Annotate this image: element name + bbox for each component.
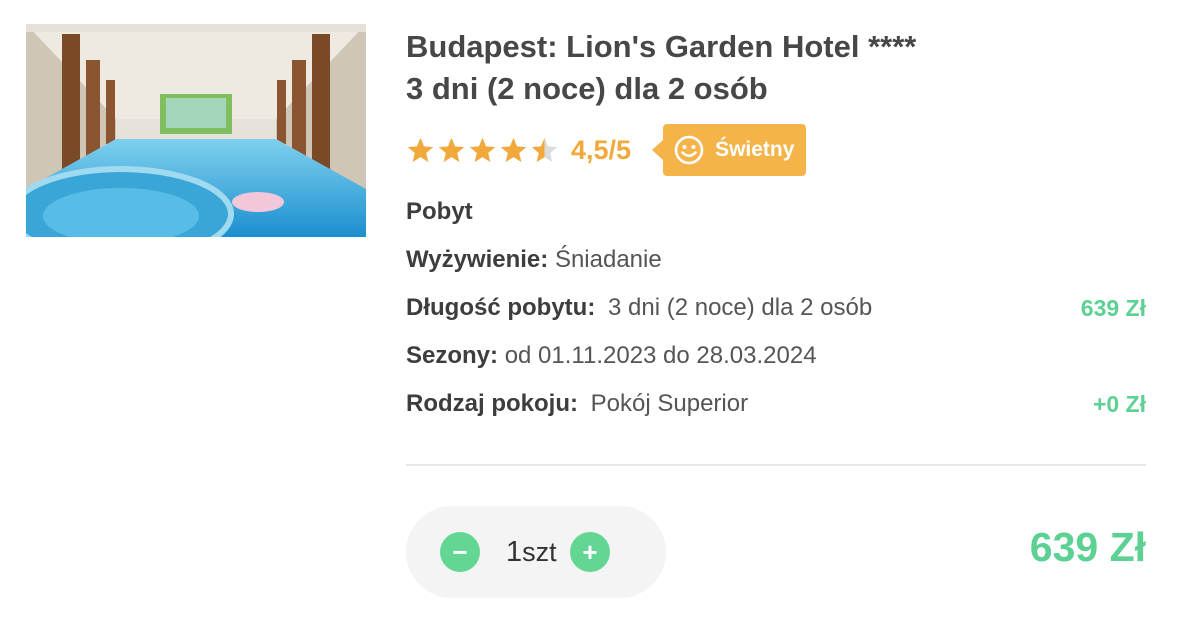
quantity-stepper: − 1szt + — [406, 506, 666, 598]
room-price: +0 Zł — [1092, 391, 1146, 417]
board-label: Wyżywienie: — [406, 246, 549, 273]
length-row: Długość pobytu: 3 dni (2 noce) dla 2 osó… — [406, 293, 1146, 323]
length-price: 639 Zł — [1080, 295, 1146, 321]
plus-icon: + — [582, 536, 598, 567]
seasons-row: Sezony: od 01.11.2023 do 28.03.2024 — [406, 341, 1146, 371]
total-price: 639 Zł — [1029, 524, 1146, 570]
room-value: Pokój Superior — [590, 390, 749, 417]
board-row: Wyżywienie: Śniadanie — [406, 245, 1146, 275]
star-icon — [438, 137, 465, 162]
hotel-title[interactable]: Budapest: Lion's Garden Hotel **** 3 dni… — [406, 26, 1146, 110]
hotel-title-line2: 3 dni (2 noce) dla 2 osób — [406, 71, 768, 106]
board-value: Śniadanie — [554, 246, 662, 273]
star-icon — [500, 137, 527, 162]
star-icon — [531, 137, 558, 162]
quantity-value: 1 — [506, 536, 523, 568]
hotel-image[interactable] — [26, 24, 366, 237]
increase-quantity-button[interactable]: + — [570, 532, 610, 572]
star-icon — [469, 137, 496, 162]
pool-photo — [26, 24, 366, 237]
minus-icon: − — [452, 536, 468, 567]
length-label: Długość pobytu: — [406, 294, 596, 321]
quantity-unit: szt — [522, 537, 557, 567]
quantity-display: 1szt — [506, 532, 557, 572]
decrease-quantity-button[interactable]: − — [440, 532, 480, 572]
hotel-title-line1: Budapest: Lion's Garden Hotel **** — [406, 29, 917, 64]
stay-heading: Pobyt — [406, 198, 473, 225]
stay-section-title: Pobyt — [406, 197, 1146, 227]
section-divider — [406, 464, 1146, 466]
rating-badge-label: Świetny — [715, 138, 795, 161]
rating-badge: Świetny — [652, 124, 807, 176]
star-icon — [407, 137, 434, 162]
smiley-face-icon — [674, 135, 704, 165]
room-row: Rodzaj pokoju: Pokój Superior +0 Zł — [406, 389, 1146, 419]
star-rating — [406, 136, 559, 165]
seasons-label: Sezony: — [406, 342, 499, 369]
seasons-value: od 01.11.2023 do 28.03.2024 — [504, 342, 817, 369]
rating-row: 4,5/5 Świetny — [406, 124, 807, 176]
room-label: Rodzaj pokoju: — [406, 390, 578, 417]
rating-score: 4,5/5 — [571, 134, 632, 165]
length-value: 3 dni (2 noce) dla 2 osób — [608, 294, 873, 321]
